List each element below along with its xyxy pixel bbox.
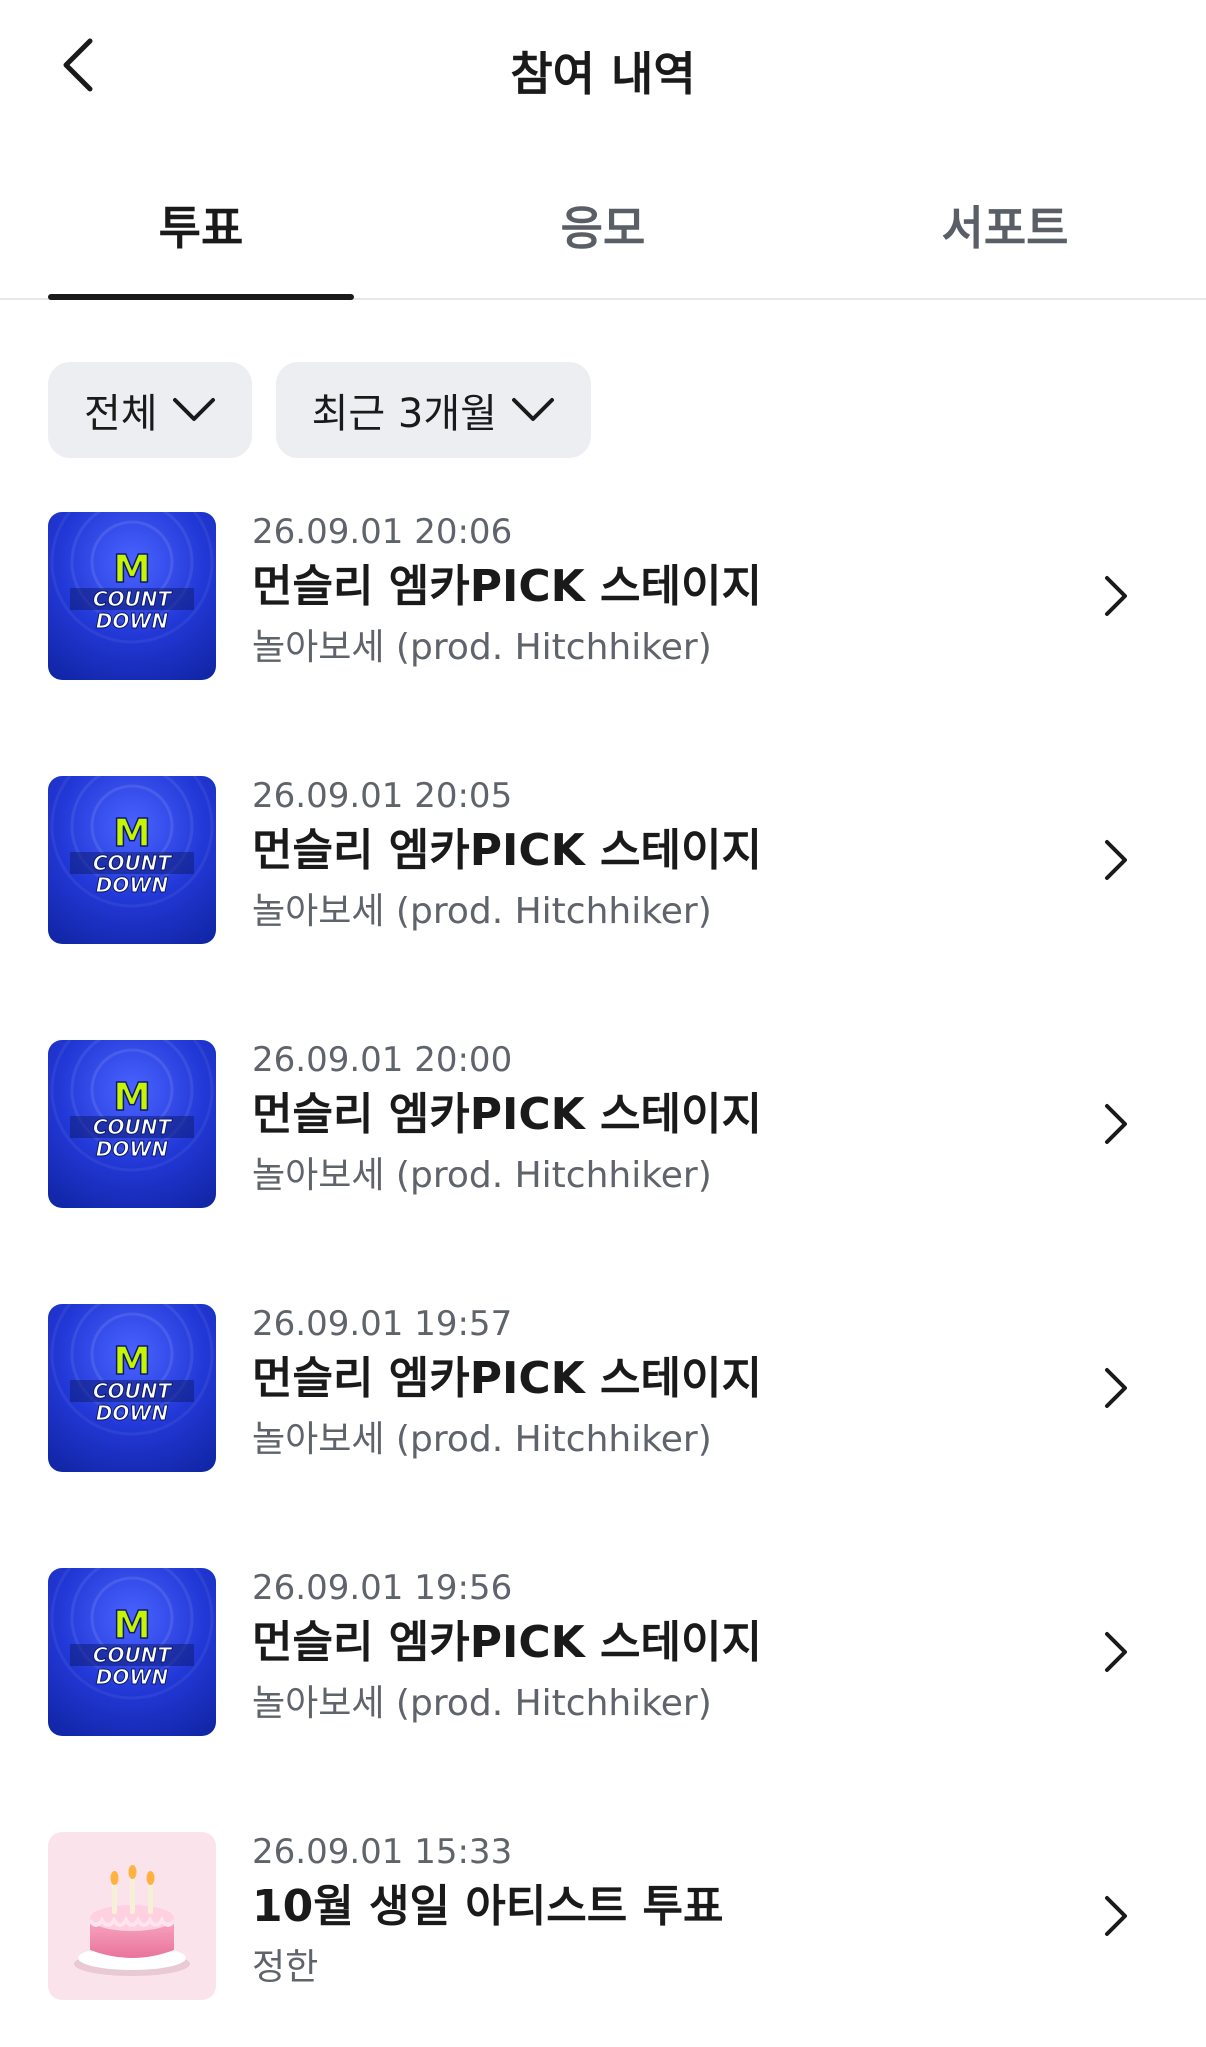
item-date: 26.09.01 20:00 (252, 1040, 513, 1080)
item-text: 26.09.01 19:57 먼슬리 엠카PICK 스테이지 놀아보세 (pro… (252, 1302, 1066, 1466)
item-text: 26.09.01 20:06 먼슬리 엠카PICK 스테이지 놀아보세 (pro… (252, 510, 1066, 674)
mcountdown-thumbnail: M COUNT DOWN (48, 776, 216, 944)
item-text: 26.09.01 19:56 먼슬리 엠카PICK 스테이지 놀아보세 (pro… (252, 1566, 1066, 1730)
mcountdown-thumbnail: M COUNT DOWN (48, 1304, 216, 1472)
item-title: 먼슬리 엠카PICK 스테이지 (252, 1353, 762, 1404)
item-title: 먼슬리 엠카PICK 스테이지 (252, 561, 762, 612)
item-subtitle: 놀아보세 (prod. Hitchhiker) (252, 891, 712, 932)
filter-period-label: 최근 3개월 (311, 391, 497, 437)
item-date: 26.09.01 20:05 (252, 776, 513, 816)
chevron-right-icon (1096, 1362, 1136, 1414)
list-item[interactable]: M COUNT DOWN 26.09.01 19:56 먼슬리 엠카PICK 스… (0, 1568, 1206, 1832)
item-date: 26.09.01 20:06 (252, 512, 513, 552)
svg-text:M: M (113, 1339, 151, 1383)
item-title: 10월 생일 아티스트 투표 (252, 1881, 724, 1932)
svg-text:COUNT: COUNT (93, 1379, 173, 1403)
svg-text:COUNT: COUNT (93, 1115, 173, 1139)
svg-text:M: M (113, 547, 151, 591)
item-date: 26.09.01 19:57 (252, 1304, 513, 1344)
svg-text:M: M (113, 1075, 151, 1119)
item-subtitle: 놀아보세 (prod. Hitchhiker) (252, 1683, 712, 1724)
page-title: 참여 내역 (510, 47, 696, 101)
birthday-cake-thumbnail (48, 1832, 216, 2000)
list-item[interactable]: 26.09.01 15:33 10월 생일 아티스트 투표 정한 (0, 1832, 1206, 2047)
filter-all-dropdown[interactable]: 전체 (48, 362, 252, 458)
active-tab-indicator (48, 294, 354, 300)
mcountdown-thumbnail: M COUNT DOWN (48, 1040, 216, 1208)
tab-vote[interactable]: 투표 (48, 192, 354, 258)
item-subtitle: 놀아보세 (prod. Hitchhiker) (252, 627, 712, 668)
filter-all-label: 전체 (84, 391, 158, 437)
item-title: 먼슬리 엠카PICK 스테이지 (252, 1617, 762, 1668)
svg-text:COUNT: COUNT (93, 1643, 173, 1667)
birthday-cake-icon (48, 1832, 216, 2000)
mcountdown-thumbnail: M COUNT DOWN (48, 512, 216, 680)
item-title: 먼슬리 엠카PICK 스테이지 (252, 1089, 762, 1140)
item-text: 26.09.01 15:33 10월 생일 아티스트 투표 정한 (252, 1830, 1066, 1994)
svg-text:DOWN: DOWN (96, 609, 169, 633)
chevron-right-icon (1096, 570, 1136, 622)
svg-text:DOWN: DOWN (96, 873, 169, 897)
item-subtitle: 정한 (252, 1947, 319, 1988)
tab-bar: 투표 응모 서포트 (0, 160, 1206, 300)
item-text: 26.09.01 20:05 먼슬리 엠카PICK 스테이지 놀아보세 (pro… (252, 774, 1066, 938)
svg-text:M: M (113, 811, 151, 855)
filter-period-dropdown[interactable]: 최근 3개월 (275, 362, 591, 458)
chevron-right-icon (1096, 1626, 1136, 1678)
list-item[interactable]: M COUNT DOWN 26.09.01 19:57 먼슬리 엠카PICK 스… (0, 1304, 1206, 1568)
list-item[interactable]: M COUNT DOWN 26.09.01 20:06 먼슬리 엠카PICK 스… (0, 512, 1206, 776)
tab-support[interactable]: 서포트 (852, 192, 1158, 258)
header: 참여 내역 (0, 0, 1206, 130)
tab-entry[interactable]: 응모 (450, 192, 756, 258)
vote-history-list: M COUNT DOWN 26.09.01 20:06 먼슬리 엠카PICK 스… (0, 512, 1206, 2047)
svg-text:COUNT: COUNT (93, 851, 173, 875)
item-title: 먼슬리 엠카PICK 스테이지 (252, 825, 762, 876)
item-date: 26.09.01 19:56 (252, 1568, 513, 1608)
svg-text:M: M (113, 1603, 151, 1647)
item-subtitle: 놀아보세 (prod. Hitchhiker) (252, 1155, 712, 1196)
svg-text:DOWN: DOWN (96, 1137, 169, 1161)
chevron-down-icon (172, 396, 216, 424)
chevron-right-icon (1096, 1098, 1136, 1150)
item-text: 26.09.01 20:00 먼슬리 엠카PICK 스테이지 놀아보세 (pro… (252, 1038, 1066, 1202)
svg-text:COUNT: COUNT (93, 587, 173, 611)
list-item[interactable]: M COUNT DOWN 26.09.01 20:00 먼슬리 엠카PICK 스… (0, 1040, 1206, 1304)
filter-bar: 전체 최근 3개월 (48, 362, 591, 458)
item-date: 26.09.01 15:33 (252, 1832, 513, 1872)
svg-text:DOWN: DOWN (96, 1665, 169, 1689)
chevron-right-icon (1096, 834, 1136, 886)
chevron-right-icon (1096, 1890, 1136, 1942)
list-item[interactable]: M COUNT DOWN 26.09.01 20:05 먼슬리 엠카PICK 스… (0, 776, 1206, 1040)
item-subtitle: 놀아보세 (prod. Hitchhiker) (252, 1419, 712, 1460)
svg-text:DOWN: DOWN (96, 1401, 169, 1425)
mcountdown-thumbnail: M COUNT DOWN (48, 1568, 216, 1736)
chevron-down-icon (511, 396, 555, 424)
